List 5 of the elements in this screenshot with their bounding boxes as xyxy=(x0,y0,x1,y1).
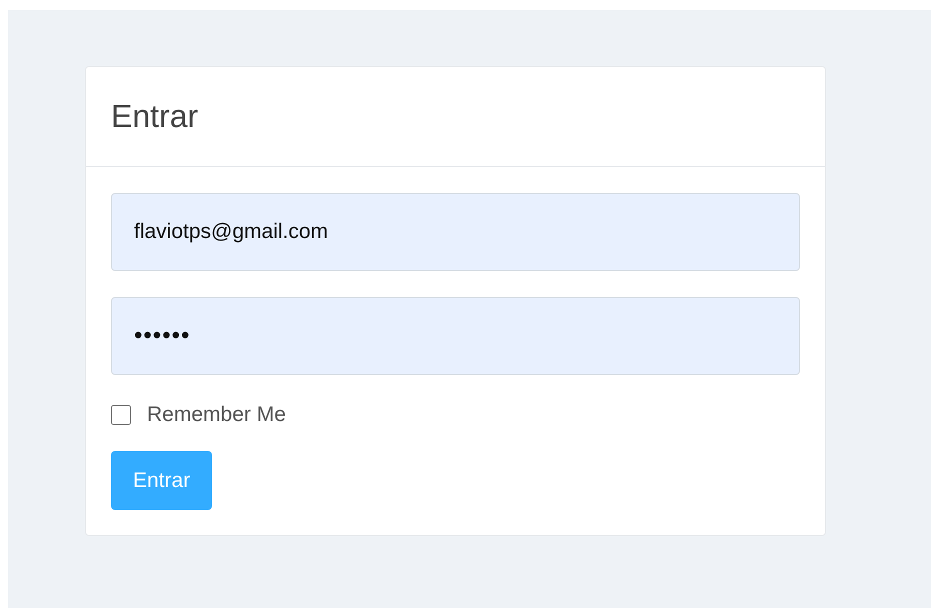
password-field[interactable]: •••••• xyxy=(111,297,800,375)
remember-label: Remember Me xyxy=(147,402,286,428)
remember-checkbox[interactable] xyxy=(111,404,131,425)
card-title: Entrar xyxy=(111,97,198,136)
email-field[interactable]: flaviotps@gmail.com xyxy=(111,193,800,271)
